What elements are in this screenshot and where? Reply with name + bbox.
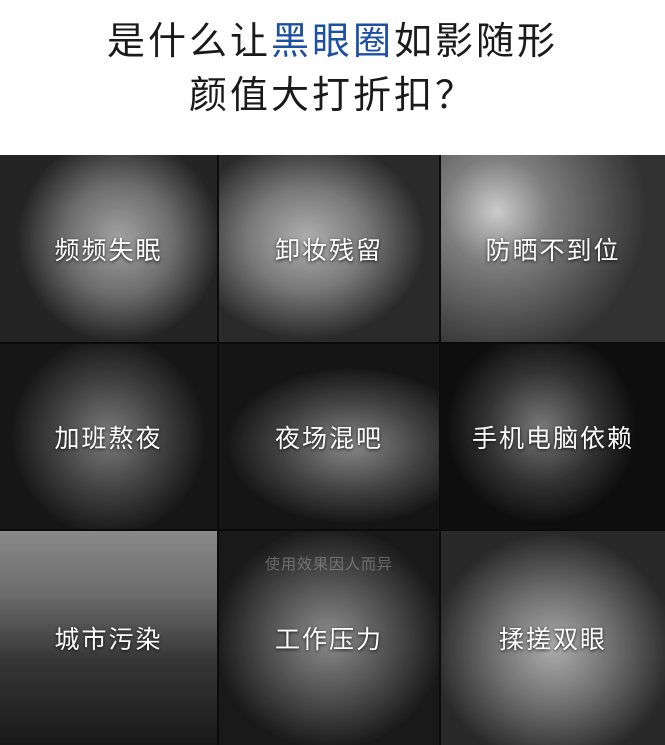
tile-work-stress: 使用效果因人而异 工作压力	[219, 531, 441, 745]
tile-caption: 手机电脑依赖	[471, 423, 634, 453]
tile-caption: 加班熬夜	[54, 423, 163, 453]
tile-overtime: 加班熬夜	[0, 344, 219, 531]
tile-caption: 夜场混吧	[274, 423, 383, 453]
watermark-text: 使用效果因人而异	[264, 555, 393, 573]
cause-grid: 频频失眠 卸妆残留 防晒不到位 加班熬夜 夜场混吧 手机电脑依赖 城市污染 使用…	[0, 155, 665, 745]
tile-caption: 频频失眠	[54, 235, 163, 265]
headline: 是什么让黑眼圈如影随形 颜值大打折扣？	[0, 14, 665, 122]
tile-caption: 防晒不到位	[485, 235, 621, 265]
tile-caption: 卸妆残留	[274, 235, 383, 265]
tile-insomnia: 频频失眠	[0, 155, 219, 344]
headline-accent: 黑眼圈	[270, 19, 394, 63]
tile-pollution: 城市污染	[0, 531, 219, 745]
tile-eye-rubbing: 揉搓双眼	[441, 531, 665, 745]
tile-sun-protection: 防晒不到位	[441, 155, 665, 344]
tile-caption: 揉搓双眼	[498, 625, 607, 654]
tile-nightlife: 夜场混吧	[219, 344, 441, 531]
tile-makeup-residue: 卸妆残留	[219, 155, 441, 344]
headline-prefix: 是什么让	[106, 19, 271, 63]
tile-caption: 城市污染	[54, 625, 163, 654]
headline-line-2: 颜值大打折扣？	[188, 73, 476, 117]
tile-caption: 工作压力	[274, 625, 383, 654]
tile-device-dependence: 手机电脑依赖	[441, 344, 665, 531]
headline-line-1: 是什么让黑眼圈如影随形	[0, 14, 665, 68]
page: 是什么让黑眼圈如影随形 颜值大打折扣？ 频频失眠 卸妆残留 防晒不到位 加班熬夜…	[0, 0, 665, 745]
headline-suffix: 如影随形	[394, 19, 559, 63]
